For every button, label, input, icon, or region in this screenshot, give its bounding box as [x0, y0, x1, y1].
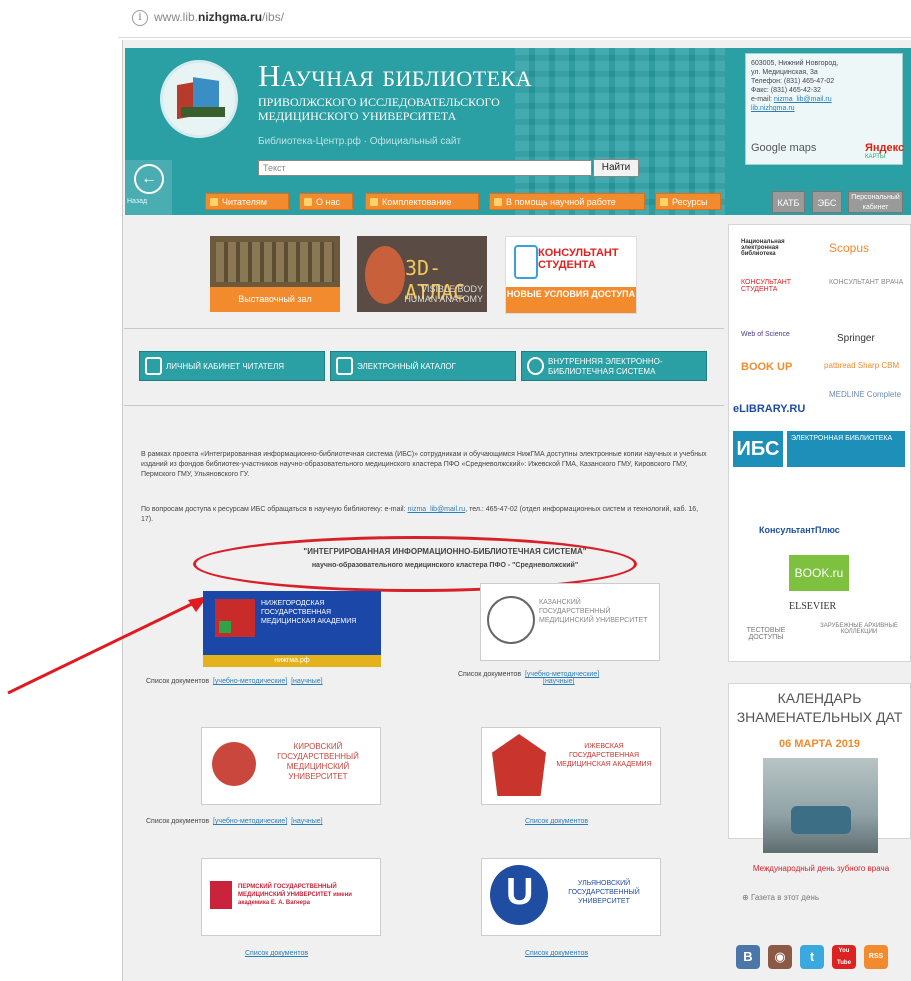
kazan-seal-icon	[487, 596, 535, 644]
kirov-gmu-logo[interactable]: КИРОВСКИЙ ГОСУДАРСТВЕННЫЙ МЕДИЦИНСКИЙ УН…	[201, 727, 381, 805]
calendar-event[interactable]: Международный день зубного врача	[736, 864, 906, 874]
doc-list-link[interactable]: Список документов	[245, 950, 308, 957]
consultant-plus-logo[interactable]: КонсультантПлюс	[759, 525, 879, 535]
kirov-crest-icon	[212, 742, 256, 786]
doc-list-kazan: Список документов [учебно-методические] …	[458, 671, 600, 685]
calendar-photo[interactable]	[763, 758, 878, 853]
nav-readers[interactable]: Читателям	[205, 193, 289, 210]
library-logo[interactable]	[160, 60, 238, 138]
nav-ebs[interactable]: ЭБС	[812, 191, 842, 213]
student-consultant-banner[interactable]: КОНСУЛЬТАНТ СТУДЕНТА НОВЫЕ УСЛОВИЯ ДОСТУ…	[505, 236, 637, 314]
student-figure-icon	[514, 245, 538, 279]
test-access-link[interactable]: ТЕСТОВЫЕ ДОСТУПЫ	[741, 627, 791, 641]
reader-cabinet-button[interactable]: ЛИЧНЫЙ КАБИНЕТ ЧИТАТЕЛЯ	[139, 351, 325, 381]
google-maps-link[interactable]: Google maps	[751, 142, 816, 154]
elsevier-logo[interactable]: ELSEVIER	[789, 601, 836, 612]
vk-icon[interactable]: В	[736, 945, 760, 969]
electronic-catalog-button[interactable]: ЭЛЕКТРОННЫЙ КАТАЛОГ	[330, 351, 516, 381]
sci-docs-link[interactable]: [научные]	[291, 678, 323, 685]
edu-docs-link[interactable]: [учебно-методические]	[213, 818, 287, 825]
calendar-date[interactable]: 06 МАРТА 2019	[728, 738, 911, 750]
contact-email-link[interactable]: nizma_lib@mail.ru	[774, 96, 832, 103]
internal-ebs-button[interactable]: ВНУТРЕННЯЯ ЭЛЕКТРОННО-БИБЛИОТЕЧНАЯ СИСТЕ…	[521, 351, 707, 381]
arrow-left-icon: ←	[134, 164, 164, 194]
perm-crest-icon	[210, 881, 232, 909]
check-icon	[527, 357, 544, 375]
3d-atlas-banner[interactable]: 3D-АТЛАС VISIBLE BODY HUMAN ANATOMY	[357, 236, 487, 312]
nav-acquisition[interactable]: Комплектование	[365, 193, 479, 210]
ibs-banner[interactable]: ЭЛЕКТРОННАЯ БИБЛИОТЕКА	[787, 431, 905, 467]
twitter-icon[interactable]: t	[800, 945, 824, 969]
foreign-archives-link[interactable]: ЗАРУБЕЖНЫЕ АРХИВНЫЕ КОЛЛЕКЦИИ	[819, 623, 899, 635]
user-icon	[145, 357, 162, 375]
instagram-icon[interactable]: ◉	[768, 945, 792, 969]
doc-list-nizhgma: Список документов [учебно-методические] …	[146, 678, 323, 685]
url-text: www.lib.nizhgma.ru/ibs/	[154, 10, 285, 24]
nav-resources[interactable]: Ресурсы	[655, 193, 721, 210]
search-button[interactable]: Найти	[593, 159, 639, 177]
email-link[interactable]: nizma_lib@mail.ru	[408, 506, 466, 513]
ibs-logo[interactable]: ИБС	[733, 431, 783, 467]
info-icon[interactable]: i	[132, 10, 148, 26]
nizhgma-logo[interactable]: НИЖЕГОРОДСКАЯ ГОСУДАРСТВЕННАЯ МЕДИЦИНСКА…	[203, 591, 381, 667]
sci-docs-link[interactable]: [научные]	[291, 818, 323, 825]
dental-chair-image	[791, 806, 851, 834]
nav-research-help[interactable]: В помощь научной работе	[489, 193, 645, 210]
exhibition-photo	[216, 242, 334, 282]
doc-list-link[interactable]: Список документов	[525, 950, 588, 957]
nav-about[interactable]: О нас	[299, 193, 353, 210]
patbread-logo[interactable]: patbread Sharp CBM	[824, 361, 909, 370]
neb-logo[interactable]: Национальная электронная библиотека	[741, 239, 811, 257]
catalog-icon	[336, 357, 353, 375]
resources-sidebar: Национальная электронная библиотека Scop…	[728, 224, 911, 662]
student-consultant-logo[interactable]: КОНСУЛЬТАНТ СТУДЕНТА	[741, 279, 811, 293]
edu-docs-link[interactable]: [учебно-методические]	[213, 678, 287, 685]
site-title: Научная библиотека	[258, 58, 533, 93]
kazan-gmu-logo[interactable]: КАЗАНСКИЙ ГОСУДАРСТВЕННЫЙ МЕДИЦИНСКИЙ УН…	[480, 583, 660, 661]
bookup-logo[interactable]: BOOK UP	[741, 361, 801, 373]
anatomy-head-image	[365, 246, 405, 304]
scopus-logo[interactable]: Scopus	[829, 241, 869, 255]
springer-logo[interactable]: Springer	[837, 333, 875, 344]
edu-docs-link[interactable]: [учебно-методические]	[525, 671, 599, 678]
calendar-day-link[interactable]: ⊕ Газета в этот день	[742, 893, 819, 902]
sci-docs-link[interactable]: [научные]	[543, 678, 575, 685]
doc-list-ulyanovsk: Список документов	[525, 950, 588, 957]
perm-gmu-logo[interactable]: ПЕРМСКИЙ ГОСУДАРСТВЕННЫЙ МЕДИЦИНСКИЙ УНИ…	[201, 858, 381, 936]
address-bar[interactable]: i www.lib.nizhgma.ru/ibs/	[118, 0, 911, 38]
exhibition-hall-banner[interactable]: Выставочный зал	[210, 236, 340, 312]
medline-logo[interactable]: MEDLINE Complete	[829, 390, 909, 399]
elibrary-logo[interactable]: eLIBRARY.RU	[733, 403, 805, 415]
back-button[interactable]: ← Назад	[125, 160, 172, 215]
nav-personal[interactable]: Персональный кабинет	[848, 191, 903, 213]
contact-site-link[interactable]: lib.nizhgma.ru	[751, 104, 897, 113]
site-subtitle: ПРИВОЛЖСКОГО ИССЛЕДОВАТЕЛЬСКОГО МЕДИЦИНС…	[258, 95, 500, 123]
nav-katb[interactable]: КАТБ	[772, 191, 805, 213]
bookru-logo[interactable]: BOOK.ru	[789, 555, 849, 591]
header-links[interactable]: Библиотека-Центр.рф · Официальный сайт	[258, 136, 461, 147]
header-building-image	[515, 48, 725, 215]
calendar-title: КАЛЕНДАРЬ ЗНАМЕНАТЕЛЬНЫХ ДАТ	[736, 690, 903, 725]
doctor-consultant-logo[interactable]: КОНСУЛЬТАНТ ВРАЧА	[829, 279, 909, 286]
doc-list-perm: Список документов	[245, 950, 308, 957]
contact-paragraph: По вопросам доступа к ресурсам ИБС обращ…	[141, 506, 699, 523]
doc-list-kirov: Список документов [учебно-методические] …	[146, 818, 323, 825]
search-input[interactable]: Текст	[258, 160, 592, 176]
web-of-science-logo[interactable]: Web of Science	[741, 331, 801, 338]
doc-list-link[interactable]: Список документов	[525, 818, 588, 825]
youtube-icon[interactable]: You Tube	[832, 945, 856, 969]
yandex-maps-link[interactable]: Яндекс КАРТЫ	[865, 142, 904, 160]
rss-icon[interactable]: RSS	[864, 945, 888, 969]
intro-paragraph: В рамках проекта «Интегрированная информ…	[141, 451, 707, 478]
doc-list-izhevsk: Список документов	[525, 818, 588, 825]
ulyanovsk-gu-logo[interactable]: УЛЬЯНОВСКИЙ ГОСУДАРСТВЕННЫЙ УНИВЕРСИТЕТ	[481, 858, 661, 936]
izhevsk-crest-icon	[492, 734, 546, 796]
ulyanovsk-crest-icon	[490, 865, 548, 925]
izhevsk-gma-logo[interactable]: ИЖЕВСКАЯ ГОСУДАРСТВЕННАЯ МЕДИЦИНСКАЯ АКА…	[481, 727, 661, 805]
